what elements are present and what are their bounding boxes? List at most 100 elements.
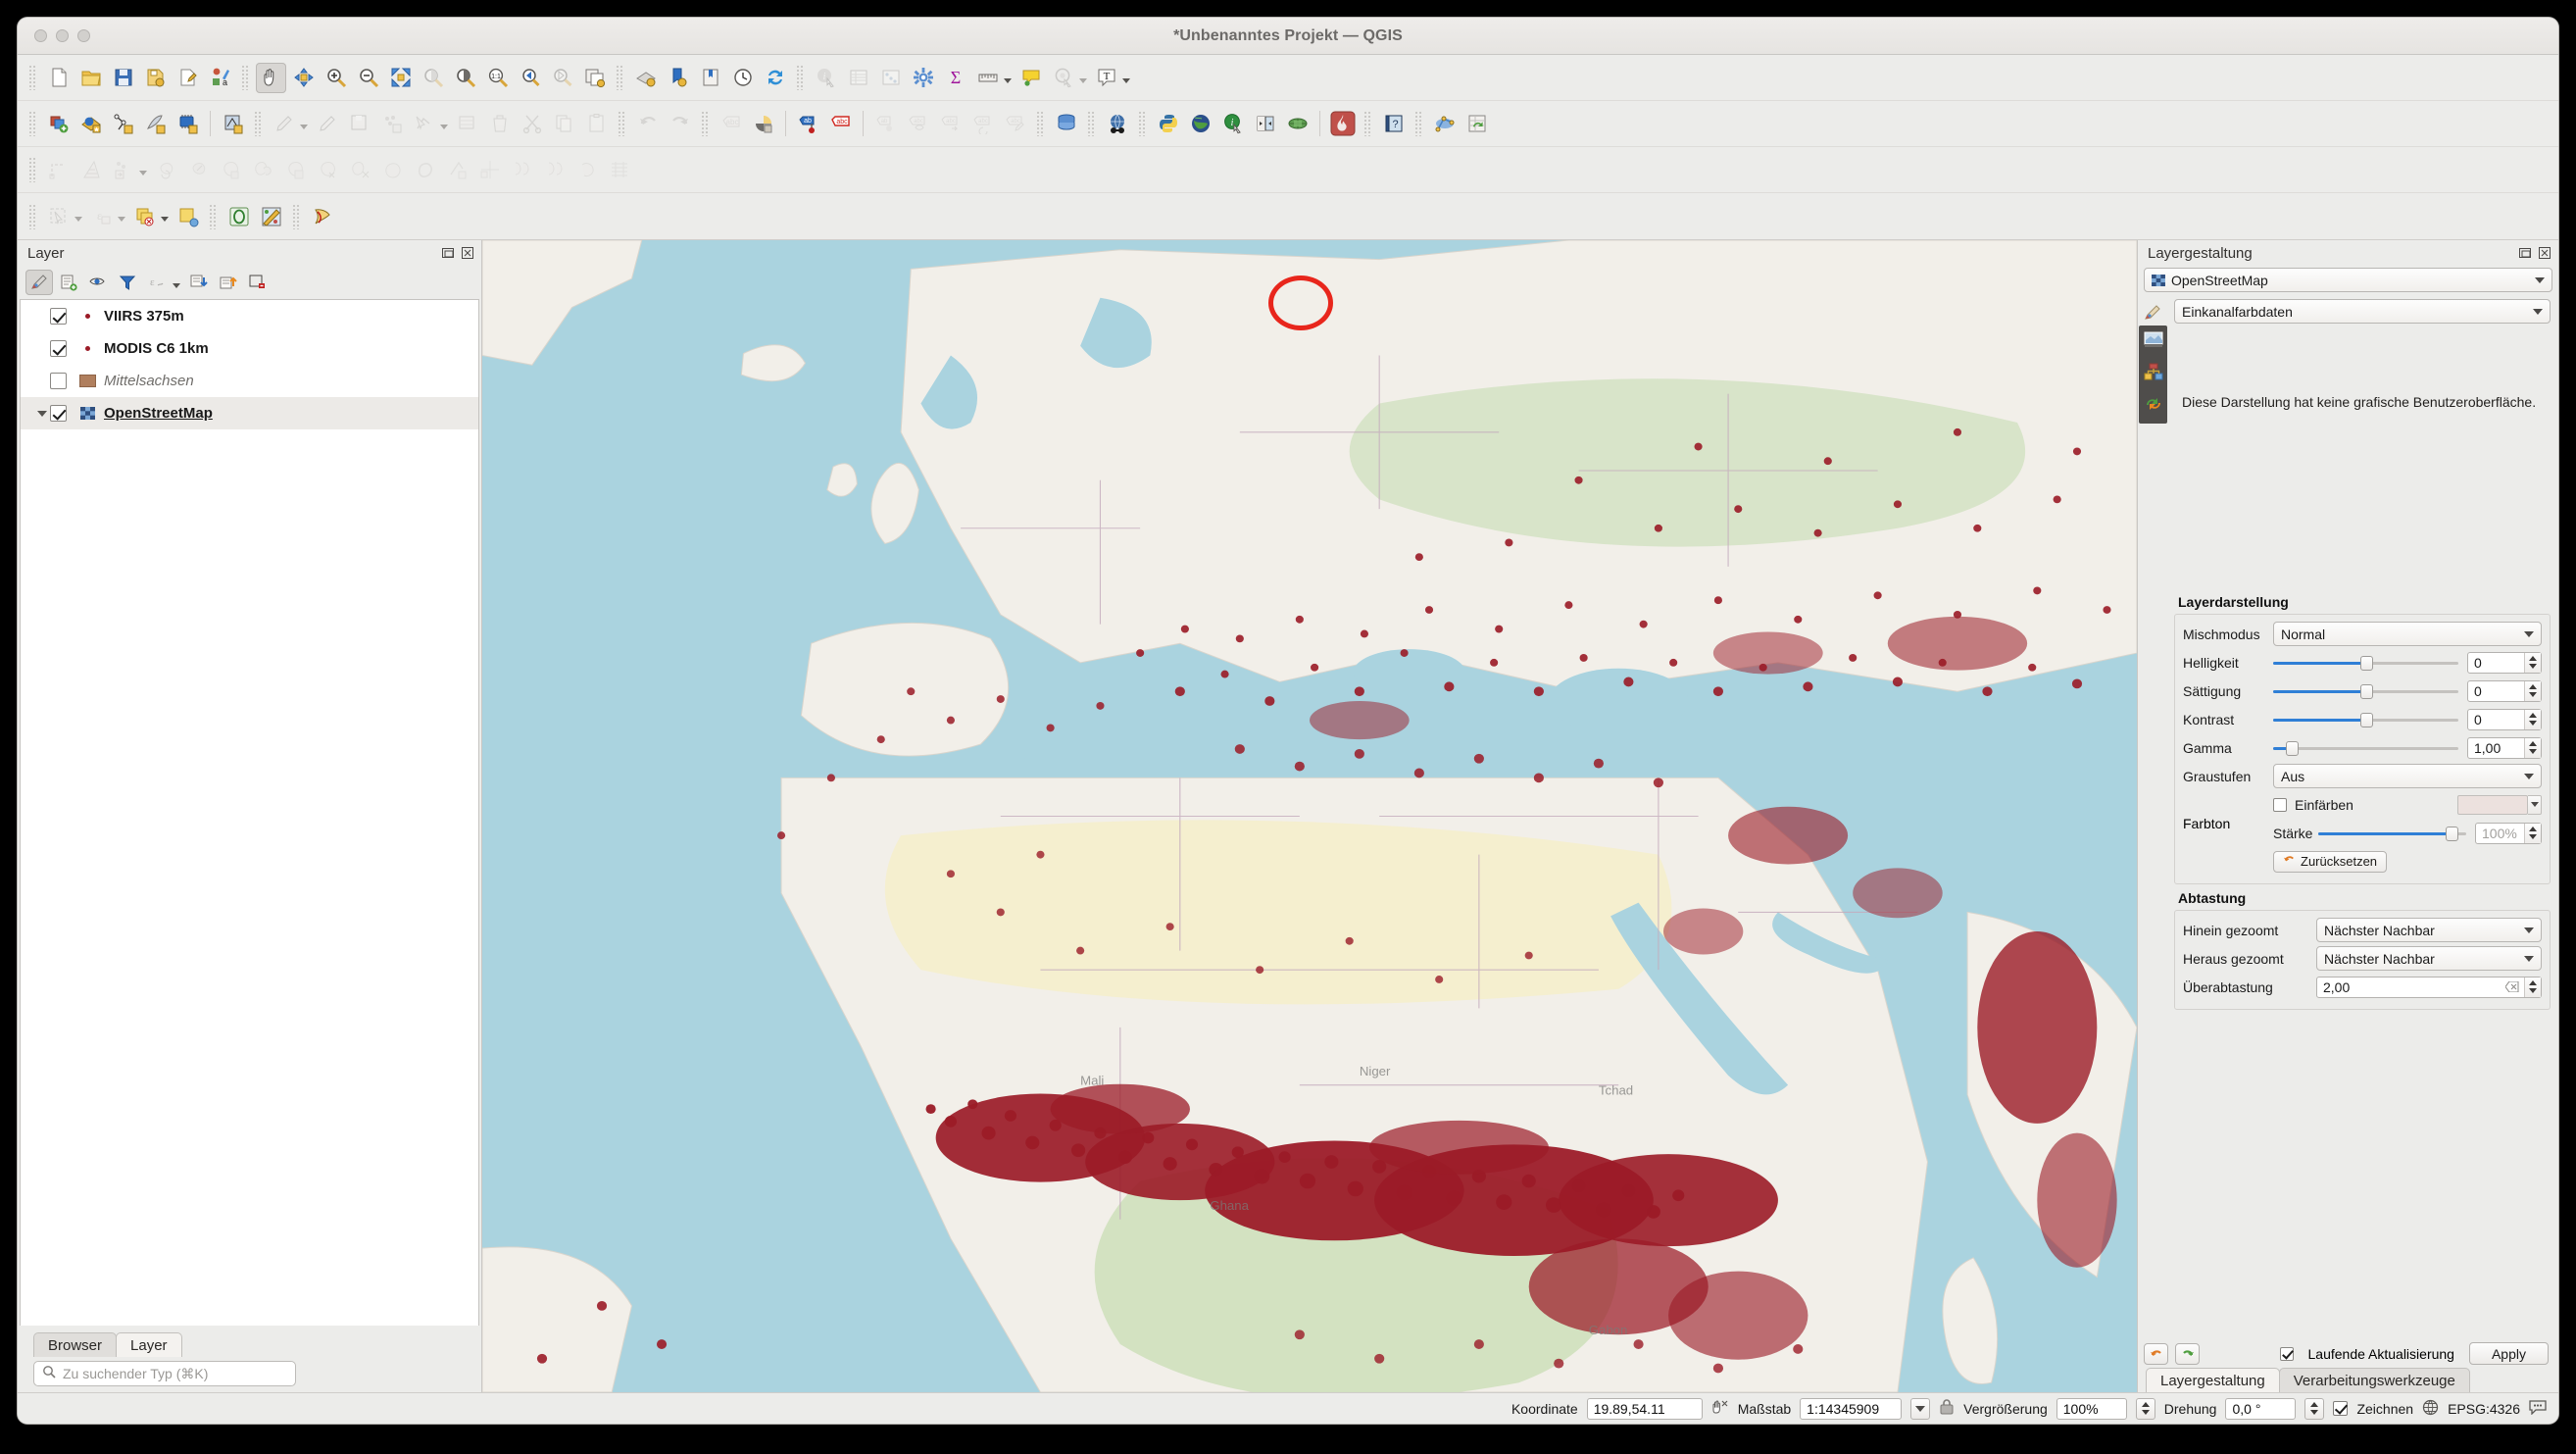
change-label-button[interactable]: abc [1000, 109, 1030, 139]
close-icon[interactable] [460, 245, 475, 261]
refresh-table-button[interactable] [1461, 109, 1492, 139]
plugin-manager-globe-button[interactable] [1185, 109, 1215, 139]
zoom-in-button[interactable] [321, 63, 351, 93]
undock-icon[interactable] [2517, 245, 2533, 261]
help-button[interactable]: ? [1378, 109, 1409, 139]
toolbar-grip[interactable] [1087, 111, 1096, 136]
show-hidden-labels-button[interactable]: abc [935, 109, 966, 139]
pan-map-button[interactable] [256, 62, 286, 93]
new-project-button[interactable] [43, 63, 74, 93]
expand-all-button[interactable] [185, 270, 213, 295]
chevron-down-icon[interactable] [2533, 308, 2543, 315]
layer-visibility-checkbox[interactable] [50, 340, 67, 357]
delete-selected-button[interactable] [484, 109, 515, 139]
layer-diagram-button[interactable] [748, 109, 778, 139]
map-tips-button[interactable] [1016, 63, 1046, 93]
spin-arrows[interactable] [2524, 680, 2541, 701]
brightness-spinbox[interactable]: 0 [2467, 651, 2542, 674]
saturation-spinbox[interactable]: 0 [2467, 679, 2542, 702]
enable-advanced-digitizing-button[interactable] [43, 155, 74, 185]
oversampling-spinbox[interactable]: 2,00 [2316, 976, 2542, 998]
side-tab-history[interactable] [2144, 395, 2163, 418]
vertex-tool-caret[interactable] [440, 124, 448, 129]
field-calculator-sum-button[interactable]: Σ [940, 63, 970, 93]
offset-curve-button[interactable] [410, 155, 440, 185]
toolbar-grip[interactable] [28, 157, 37, 182]
zoomed-out-combo[interactable]: Nächster Nachbar [2316, 946, 2542, 971]
spin-arrows[interactable] [2524, 737, 2541, 758]
render-checkbox[interactable] [2333, 1401, 2349, 1416]
cut-features-button[interactable] [517, 109, 547, 139]
info-green-button[interactable]: i [1217, 109, 1248, 139]
add-bookmark-button[interactable] [663, 63, 693, 93]
coordinate-capture-icon[interactable] [1711, 1398, 1729, 1419]
statistics-button[interactable] [875, 63, 906, 93]
new-map-view-button[interactable] [579, 63, 610, 93]
merge-features-button[interactable] [507, 155, 537, 185]
crs-globe-icon[interactable] [2422, 1399, 2439, 1419]
grayscale-combo[interactable]: Aus [2273, 764, 2542, 788]
toolbar-grip[interactable] [28, 65, 37, 90]
rotate-feature-button[interactable] [151, 155, 181, 185]
modify-attributes-button[interactable] [452, 109, 482, 139]
toggle-editing-caret[interactable] [300, 124, 308, 129]
save-project-as-button[interactable] [140, 63, 171, 93]
new-3d-map-view-button[interactable] [630, 63, 661, 93]
toolbar-grip[interactable] [1138, 111, 1147, 136]
toolbar-grip[interactable] [28, 111, 37, 136]
layer-selector-combo[interactable]: OpenStreetMap [2144, 268, 2552, 292]
strength-spinbox[interactable]: 100% [2475, 822, 2542, 844]
filter-legend-expression-button[interactable]: ε [143, 270, 171, 295]
gamma-slider[interactable] [2273, 738, 2458, 758]
redo-button[interactable] [665, 109, 695, 139]
label-abc-button[interactable]: abc [716, 109, 746, 139]
rotate-point-symbols-button[interactable] [571, 155, 602, 185]
add-postgis-layer-button[interactable] [173, 109, 203, 139]
side-tab-histogram[interactable] [2144, 363, 2163, 385]
delete-ring-button[interactable] [313, 155, 343, 185]
show-bookmarks-button[interactable] [695, 63, 725, 93]
layer-tree[interactable]: VIIRS 375m MODIS C6 1km Mittelsachsen Op… [20, 299, 479, 1326]
edit-pencil-button[interactable] [312, 109, 342, 139]
layer-row-modis[interactable]: MODIS C6 1km [21, 332, 478, 365]
toggle-editing-button[interactable] [269, 109, 299, 139]
contrast-spinbox[interactable]: 0 [2467, 708, 2542, 730]
attribute-table-button[interactable] [843, 63, 873, 93]
layer-row-viirs[interactable]: VIIRS 375m [21, 300, 478, 332]
zoom-to-layer-button[interactable] [450, 63, 480, 93]
add-group-button[interactable] [55, 270, 82, 295]
annotation-button[interactable] [1048, 63, 1078, 93]
toolbar-grip[interactable] [1363, 111, 1372, 136]
offset-point-symbols-button[interactable] [604, 155, 634, 185]
hide-labels-button[interactable]: abc [903, 109, 933, 139]
select-features-button[interactable] [43, 201, 74, 231]
contrast-slider[interactable] [2273, 710, 2458, 729]
side-tab-symbology[interactable] [2144, 298, 2163, 326]
tab-verarbeitungswerkzeuge[interactable]: Verarbeitungswerkzeuge [2278, 1368, 2470, 1392]
map-canvas[interactable]: Mali Niger Tchad Ghana Gabon [482, 240, 2137, 1392]
layer-row-openstreetmap[interactable]: OpenStreetMap [21, 397, 478, 429]
scale-field[interactable]: 1:14345909 [1800, 1397, 1903, 1420]
processing-toolbox-button[interactable] [223, 201, 254, 231]
minimize-button[interactable] [56, 29, 69, 42]
fill-ring-button[interactable] [280, 155, 311, 185]
paste-features-button[interactable] [581, 109, 612, 139]
deselect-features-button[interactable] [129, 201, 160, 231]
chevron-down-icon[interactable] [2535, 276, 2545, 283]
metasearch-button[interactable] [1102, 109, 1132, 139]
toolbar-grip[interactable] [796, 65, 805, 90]
gps-tools-button[interactable] [307, 201, 337, 231]
expander-icon[interactable] [34, 410, 50, 417]
scale-dropdown[interactable] [1910, 1397, 1931, 1420]
swipe-tool-button[interactable] [1250, 109, 1280, 139]
select-all-button[interactable] [173, 201, 203, 231]
filter-legend-button[interactable] [114, 270, 141, 295]
copy-features-button[interactable] [549, 109, 579, 139]
lock-scale-icon[interactable] [1939, 1398, 1955, 1419]
rotation-spin[interactable] [2304, 1397, 2325, 1420]
hue-color-button[interactable] [2457, 794, 2528, 815]
refresh-button[interactable] [760, 63, 790, 93]
reset-button[interactable]: Zurücksetzen [2273, 850, 2388, 873]
select-features-caret[interactable] [74, 217, 82, 222]
toolbar-grip[interactable] [1414, 111, 1423, 136]
